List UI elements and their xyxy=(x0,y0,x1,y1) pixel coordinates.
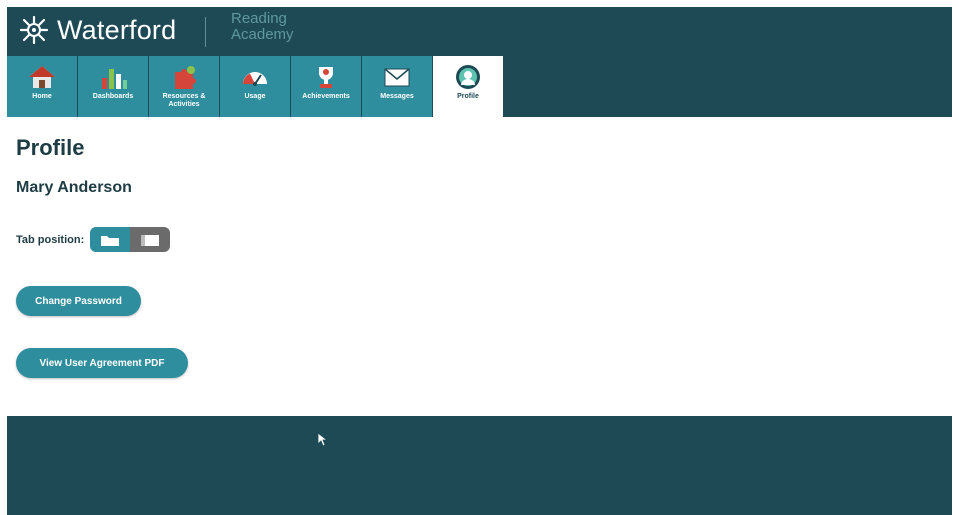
tab-position-label: Tab position: xyxy=(16,233,85,246)
user-name: Mary Anderson xyxy=(16,179,132,196)
tab-messages[interactable]: Messages xyxy=(362,56,432,117)
tab-home[interactable]: Home xyxy=(7,56,77,117)
product-name-line1: Reading xyxy=(231,10,287,27)
tab-usage-label: Usage xyxy=(244,93,266,100)
mouse-cursor-icon xyxy=(317,432,329,447)
bar-chart-icon xyxy=(102,69,127,89)
tab-achievements[interactable]: Achievements xyxy=(291,56,361,117)
main-nav: Home Dashboards Resources & Activities U… xyxy=(7,56,504,117)
house-icon xyxy=(29,66,55,88)
tab-messages-label: Messages xyxy=(380,93,414,100)
waterford-logo[interactable]: Waterford xyxy=(17,13,176,47)
page-title: Profile xyxy=(16,135,85,160)
profile-content: Profile Mary Anderson Tab position: Chan… xyxy=(7,117,952,416)
tabs-top-icon xyxy=(101,235,120,246)
tabs-side-icon xyxy=(141,234,160,246)
app-window: Waterford Reading Academy Home Dashboard… xyxy=(7,7,952,515)
tab-home-label: Home xyxy=(32,93,52,100)
view-user-agreement-button[interactable]: View User Agreement PDF xyxy=(16,348,188,378)
product-name-line2: Academy xyxy=(231,26,294,43)
gauge-icon xyxy=(243,72,267,86)
tab-profile[interactable]: Profile xyxy=(433,56,503,117)
tab-achievements-label: Achievements xyxy=(302,93,350,100)
tab-resources-label: Resources & Activities xyxy=(162,93,206,108)
change-password-button[interactable]: Change Password xyxy=(16,286,141,316)
footer xyxy=(7,416,952,515)
logo-divider xyxy=(205,17,206,47)
tab-resources[interactable]: Resources & Activities xyxy=(149,56,219,117)
tab-dashboards[interactable]: Dashboards xyxy=(78,56,148,117)
tab-position-side-option[interactable] xyxy=(130,227,171,252)
header: Waterford Reading Academy Home Dashboard… xyxy=(7,7,952,117)
product-name: Reading Academy xyxy=(231,11,294,43)
tab-position-setting: Tab position: xyxy=(16,227,171,252)
tab-profile-label: Profile xyxy=(457,93,479,100)
tab-usage[interactable]: Usage xyxy=(220,56,290,117)
trophy-icon xyxy=(319,67,333,88)
tab-position-top-option[interactable] xyxy=(90,227,131,252)
puzzle-icon xyxy=(175,66,196,89)
tab-position-toggle[interactable] xyxy=(90,227,171,252)
envelope-icon xyxy=(384,68,410,87)
brand-name: Waterford xyxy=(57,14,177,45)
waterford-flower-icon xyxy=(19,15,49,45)
tab-dashboards-label: Dashboards xyxy=(92,93,134,100)
profile-avatar-icon xyxy=(456,65,480,89)
